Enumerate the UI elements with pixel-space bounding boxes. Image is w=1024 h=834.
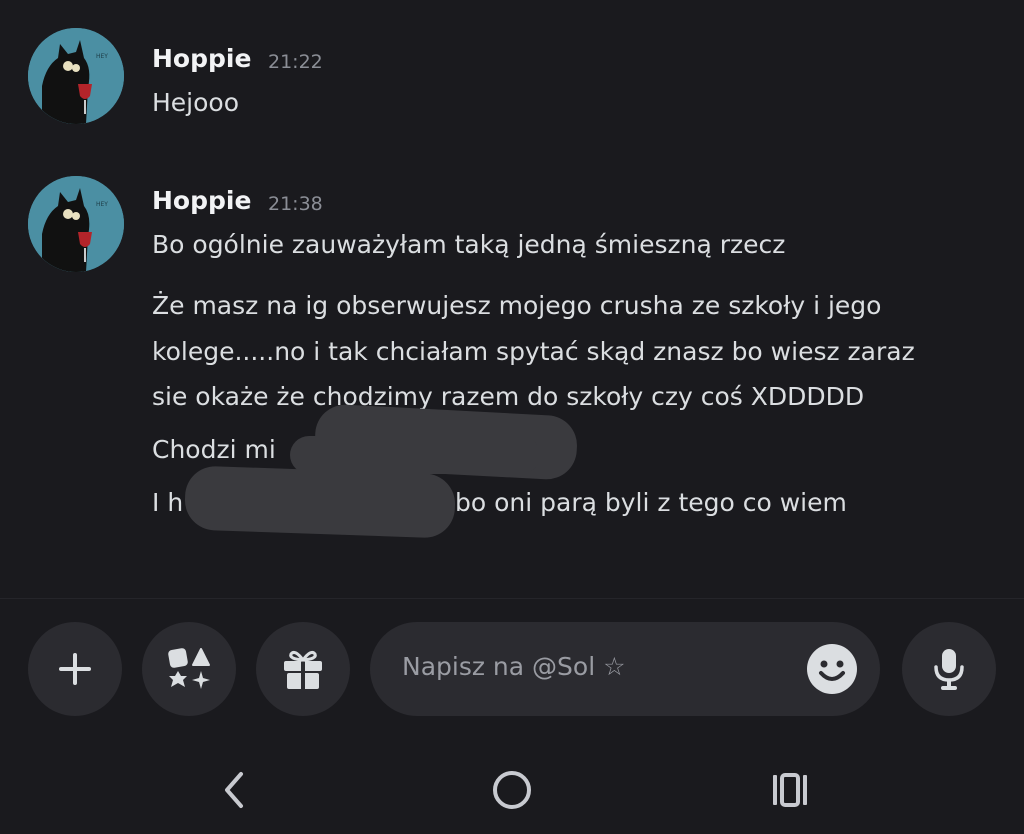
- message-text: Bo ogólnie zauważyłam taką jedną śmieszn…: [152, 230, 786, 259]
- add-button[interactable]: [28, 622, 122, 716]
- avatar[interactable]: HEY: [28, 28, 124, 124]
- message-author[interactable]: Hoppie: [152, 44, 251, 73]
- apps-button[interactable]: [142, 622, 236, 716]
- redaction-scribble: [290, 436, 540, 474]
- recents-nav-icon: [773, 773, 807, 807]
- message-text: bo oni parą byli z tego co wiem: [455, 488, 847, 517]
- avatar[interactable]: HEY: [28, 176, 124, 272]
- message-timestamp: 21:22: [268, 51, 323, 73]
- gift-icon: [284, 651, 322, 689]
- plus-icon: [59, 653, 91, 685]
- home-button[interactable]: [482, 765, 542, 815]
- recents-button[interactable]: [760, 765, 820, 815]
- system-navigation-bar: [0, 745, 1024, 834]
- composer-divider: [0, 598, 1024, 599]
- microphone-icon: [934, 649, 964, 690]
- gift-button[interactable]: [256, 622, 350, 716]
- message-author[interactable]: Hoppie: [152, 186, 251, 215]
- voice-message-button[interactable]: [902, 622, 996, 716]
- message-timestamp: 21:38: [268, 193, 323, 215]
- emoji-button[interactable]: [806, 643, 858, 695]
- home-nav-icon: [493, 771, 531, 809]
- svg-text:HEY: HEY: [96, 53, 108, 60]
- message-text: kolege.....no i tak chciałam spytać skąd…: [152, 337, 915, 366]
- message-input-placeholder: Napisz na @Sol ☆: [402, 652, 626, 681]
- chat-screen: HEY Hoppie 21:22 Hejooo HEY Hoppie 21:38…: [0, 0, 1024, 834]
- svg-text:HEY: HEY: [96, 201, 108, 208]
- message-text: sie okaże że chodzimy razem do szkoły cz…: [152, 382, 865, 411]
- message-input[interactable]: Napisz na @Sol ☆: [370, 622, 880, 716]
- redaction-scribble: [183, 465, 457, 539]
- back-button[interactable]: [204, 765, 264, 815]
- apps-icon: [168, 648, 210, 689]
- back-nav-icon: [225, 772, 243, 808]
- emoji-icon: [807, 644, 857, 694]
- message-text: Hejooo: [152, 88, 240, 117]
- message-text: Że masz na ig obserwujesz mojego crusha …: [152, 291, 882, 320]
